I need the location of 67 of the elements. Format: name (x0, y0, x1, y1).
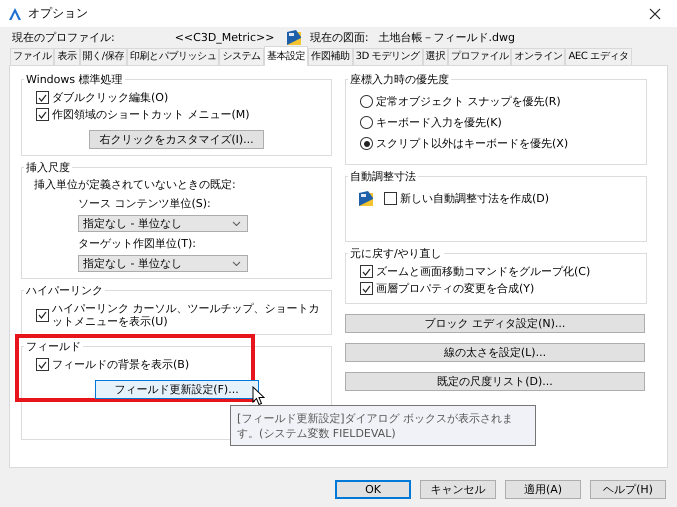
tab[interactable]: 印刷とパブリッシュ (126, 48, 220, 65)
checkbox-label[interactable]: 作図領域のショートカット メニュー(M) (52, 108, 250, 121)
dropdown[interactable]: 指定なし - 単位なし (78, 255, 248, 272)
checkbox[interactable] (36, 91, 49, 104)
checkbox[interactable] (360, 265, 373, 278)
checkbox[interactable] (360, 282, 373, 295)
mouse-cursor-icon (252, 386, 266, 406)
button[interactable]: キャンセル (420, 480, 496, 499)
profile-name: <<C3D_Metric>> (174, 30, 274, 44)
checkbox[interactable] (384, 192, 397, 205)
close-icon (649, 8, 661, 20)
group-title: 自動調整寸法 (349, 169, 417, 184)
chevron-down-icon (232, 261, 241, 267)
window-title: オプション (28, 5, 88, 22)
button[interactable]: OK (335, 480, 411, 499)
checkbox[interactable] (36, 108, 49, 121)
checkbox-label[interactable]: フィールドの背景を表示(B) (52, 358, 190, 371)
tab[interactable]: システム (219, 48, 264, 65)
field-label: ソース コンテンツ単位(S): (78, 196, 211, 211)
tab[interactable]: 表示 (54, 48, 80, 65)
group-title: フィールド (25, 339, 82, 354)
profile-label: 現在のプロファイル: (12, 30, 115, 44)
radio-label[interactable]: 定常オブジェクト スナップを優先(R) (376, 95, 561, 108)
group-title: 元に戻す/やり直し (349, 246, 443, 261)
checkbox-label[interactable]: 画層プロパティの変更を合成(Y) (376, 282, 534, 295)
tab[interactable]: 選択 (422, 48, 448, 65)
chevron-down-icon (232, 221, 241, 227)
checkbox-label[interactable]: ハイパーリンク カーソル、ツールチップ、ショートカットメニューを表示(U) (52, 302, 323, 328)
checkbox-label[interactable]: ズームと画面移動コマンドをグループ化(C) (376, 265, 590, 278)
drawing-file-icon (286, 28, 302, 46)
tab[interactable]: 作図補助 (308, 48, 353, 65)
checkmark-icon (38, 360, 47, 368)
tab[interactable]: 基本設定 (264, 46, 308, 66)
app-logo-icon (8, 6, 22, 20)
checkbox[interactable] (36, 308, 49, 322)
dimension-icon (358, 190, 374, 207)
tab[interactable]: プロファイル (448, 48, 512, 65)
tab[interactable]: 3D モデリング (352, 48, 423, 65)
radio-button[interactable] (360, 95, 373, 108)
dropdown[interactable]: 指定なし - 単位なし (78, 215, 248, 232)
tab[interactable]: ファイル (10, 48, 54, 65)
group-title: 挿入尺度 (25, 160, 71, 175)
field-label: ターゲット作図単位(T): (78, 236, 196, 251)
group-title: 座標入力時の優先度 (349, 72, 450, 87)
tab[interactable]: 開く/保存 (80, 48, 127, 65)
radio-label[interactable]: キーボード入力を優先(K) (376, 116, 502, 129)
group-title: ハイパーリンク (25, 283, 104, 298)
tab[interactable]: AEC エディタ (565, 48, 632, 65)
tab[interactable]: オンライン (511, 48, 566, 65)
radio-label[interactable]: スクリプト以外はキーボードを優先(X) (376, 137, 568, 150)
button[interactable]: 線の太さを設定(L)... (345, 343, 645, 362)
text-label: 挿入単位が定義されていないときの既定: (34, 177, 236, 192)
checkmark-icon (38, 311, 47, 319)
radio-button[interactable] (360, 137, 373, 150)
group-title: Windows 標準処理 (25, 72, 124, 87)
radio-button[interactable] (360, 116, 373, 129)
checkbox[interactable] (36, 358, 49, 371)
button[interactable]: 右クリックをカスタマイズ(I)... (89, 130, 264, 149)
button[interactable]: 既定の尺度リスト(D)... (345, 372, 645, 391)
checkbox-label[interactable]: ダブルクリック編集(O) (52, 91, 168, 104)
drawing-name: 土地台帳－フィールド.dwg (378, 30, 515, 44)
checkbox-label[interactable]: 新しい自動調整寸法を作成(D) (400, 192, 550, 205)
button[interactable]: 適用(A) (505, 480, 581, 499)
button[interactable]: ブロック エディタ設定(N)... (345, 314, 645, 333)
tooltip: [フィールド更新設定]ダイアログ ボックスが表示されます。(システム変数 FIELDEVAL) (230, 405, 536, 446)
button[interactable]: ヘルプ(H) (590, 480, 666, 499)
drawing-label: 現在の図面: (310, 30, 369, 44)
